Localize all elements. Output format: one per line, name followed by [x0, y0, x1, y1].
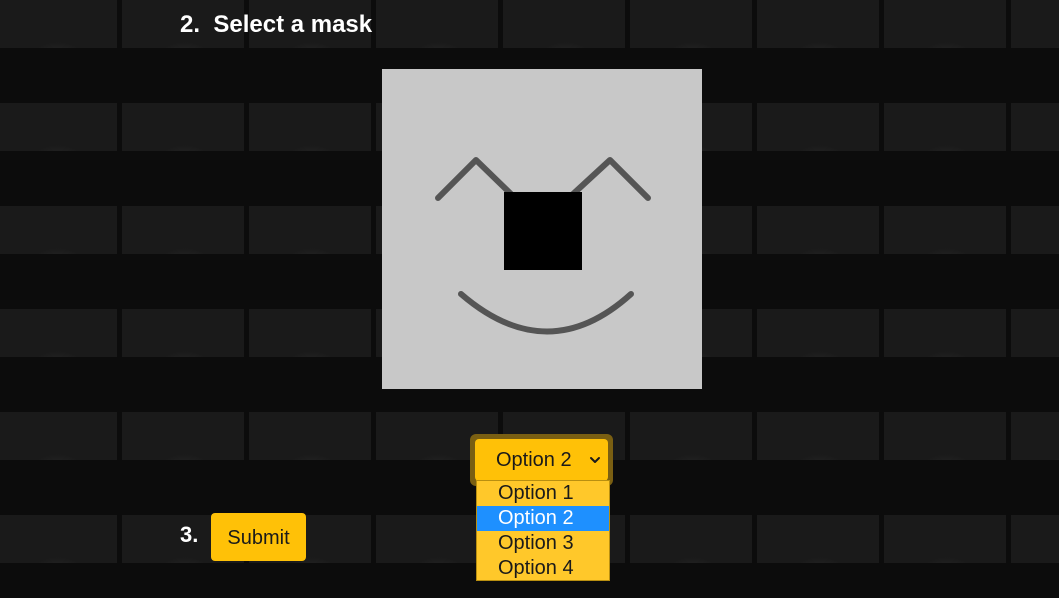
submit-button[interactable]: Submit: [211, 513, 306, 561]
mask-preview: [382, 69, 702, 389]
mask-select[interactable]: Option 2: [475, 439, 608, 481]
smile-stroke: [458, 291, 634, 335]
select-option-3[interactable]: Option 3: [477, 531, 609, 556]
nose-block: [504, 192, 582, 270]
step-3-number: 3.: [180, 522, 199, 547]
select-option-2[interactable]: Option 2: [477, 506, 609, 531]
select-value: Option 2: [496, 449, 572, 471]
chevron-down-icon: [590, 457, 600, 463]
select-option-4[interactable]: Option 4: [477, 556, 609, 581]
right-eye-stroke: [569, 157, 651, 201]
select-dropdown-list: Option 1 Option 2 Option 3 Option 4: [476, 480, 610, 581]
mask-face-drawing: [435, 157, 651, 335]
select-option-1[interactable]: Option 1: [477, 481, 609, 506]
step-2-title: 2. Select a mask: [180, 11, 373, 38]
left-eye-stroke: [435, 157, 515, 201]
